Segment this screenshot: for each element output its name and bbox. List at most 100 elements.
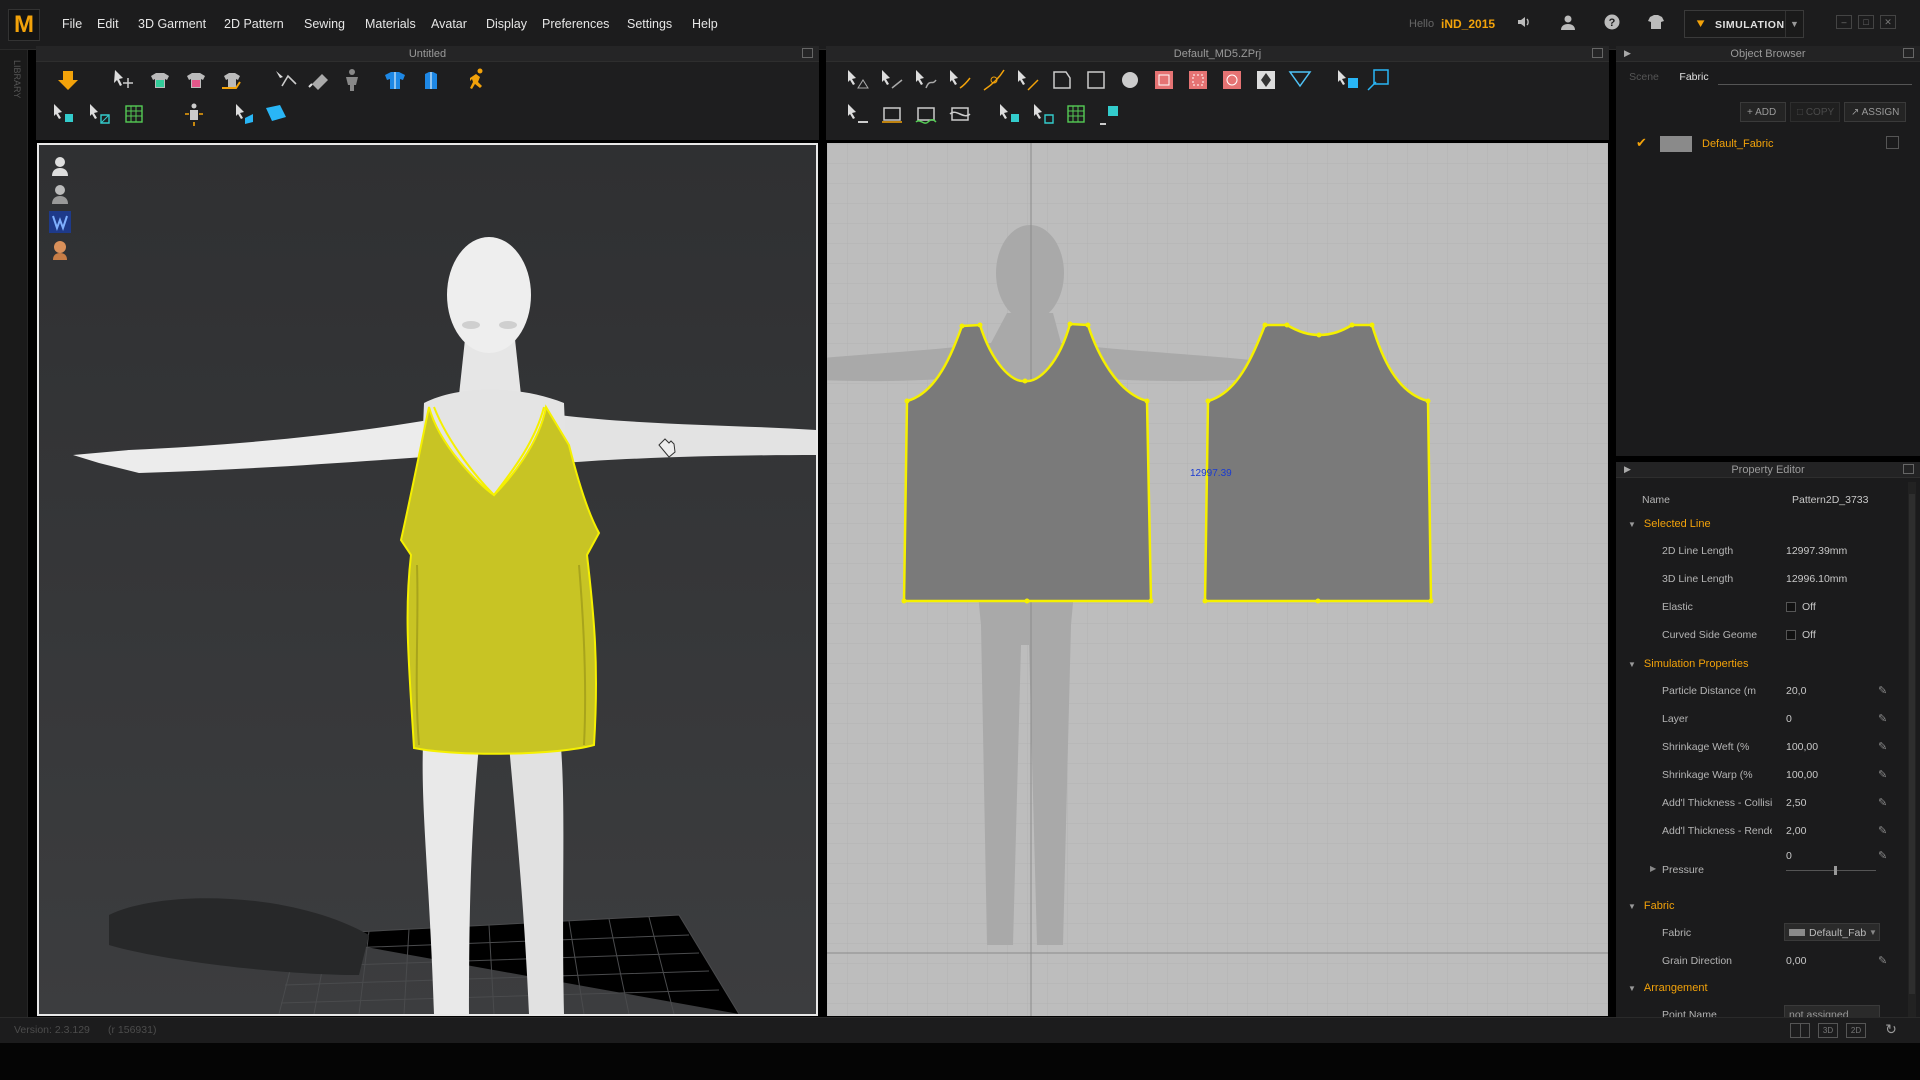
garment-select-icon[interactable] [146,66,174,94]
prop-value[interactable]: 100,00 [1786,741,1818,753]
edit-curvature-icon[interactable] [912,66,940,94]
edit-point-icon[interactable] [878,66,906,94]
simulation-button[interactable]: ⯆ SIMULATION ▼ [1684,10,1804,38]
property-scrollbar-thumb[interactable] [1909,494,1915,994]
speaker-icon[interactable] [1512,13,1536,37]
viewport-2d[interactable]: 12997.39 [827,143,1608,1016]
popout-icon[interactable] [1903,48,1914,58]
section-simulation[interactable]: ▼ Simulation Properties [1628,658,1748,670]
assign-button[interactable]: ↗ ASSIGN [1844,102,1906,122]
add-point-icon[interactable] [980,66,1008,94]
avatar-display-icon[interactable] [49,155,71,177]
texture-plane-icon[interactable] [262,100,290,128]
menu-file[interactable]: File [62,17,82,31]
tab-fabric[interactable]: Fabric [1670,68,1718,86]
fabric-select[interactable]: Default_Fab ▼ [1784,923,1880,941]
pencil-icon[interactable]: ✎ [1878,954,1887,967]
pressure-slider-handle[interactable] [1834,866,1837,875]
popout-icon[interactable] [1903,464,1914,474]
prop-value[interactable]: 100,00 [1786,769,1818,781]
shirt-blue-icon[interactable] [381,66,409,94]
property-scrollbar[interactable] [1908,482,1916,1022]
prop-value[interactable]: 0 [1786,713,1792,725]
pencil-icon[interactable]: ✎ [1878,824,1887,837]
fold-arrangement-icon[interactable] [50,100,78,128]
popout-icon[interactable] [1592,48,1603,58]
close-button[interactable]: ✕ [1880,15,1896,29]
copy-button[interactable]: □ COPY [1790,102,1840,122]
segment-sewing-icon[interactable] [844,100,872,128]
curved-side-checkbox[interactable] [1786,630,1796,640]
pencil-icon[interactable]: ✎ [1878,684,1887,697]
avatar-silhouette-icon[interactable] [49,183,71,205]
select-mesh-icon[interactable] [86,100,114,128]
circle-icon[interactable] [1116,66,1144,94]
menu-edit[interactable]: Edit [97,17,119,31]
menu-avatar[interactable]: Avatar [431,17,467,31]
tab-scene[interactable]: Scene [1624,68,1664,86]
select-sewing-icon[interactable] [1334,66,1362,94]
edit-texture-icon[interactable] [120,100,148,128]
fitting-suit-icon[interactable] [180,100,208,128]
texture-grid-icon[interactable] [1062,100,1090,128]
prop-value[interactable]: 20,0 [1786,685,1806,697]
select-mesh-2d-icon[interactable] [996,100,1024,128]
transform-select-icon[interactable] [110,66,138,94]
internal-rectangle-icon[interactable] [1150,66,1178,94]
prop-value[interactable]: 2,00 [1786,825,1806,837]
collapse-arrow-icon[interactable]: ▶ [1624,48,1631,59]
trace-icon[interactable] [1286,66,1314,94]
dart-icon[interactable] [1252,66,1280,94]
viewport-3d[interactable] [37,143,818,1016]
pencil-icon[interactable]: ✎ [1878,712,1887,725]
internal-circle-icon[interactable] [1218,66,1246,94]
avatar-tool-icon[interactable] [338,66,366,94]
help-icon[interactable]: ? [1600,13,1624,37]
animate-avatar-icon[interactable] [462,66,490,94]
menu-preferences[interactable]: Preferences [542,17,609,31]
view-3d-only-icon[interactable]: 3D [1818,1023,1838,1038]
curve-point-icon[interactable] [946,66,974,94]
popout-icon[interactable] [802,48,813,58]
refresh-icon[interactable]: ↻ [1882,1021,1900,1039]
restore-button[interactable]: □ [1858,15,1874,29]
pencil-icon[interactable]: ✎ [1878,740,1887,753]
check-sewing-icon[interactable] [946,100,974,128]
minimize-button[interactable]: – [1836,15,1852,29]
pencil-icon[interactable]: ✎ [1878,849,1887,862]
rectangle-icon[interactable] [1082,66,1110,94]
username[interactable]: iND_2015 [1441,17,1495,31]
dropdown-arrow-icon[interactable]: ▼ [1785,11,1803,37]
pencil-icon[interactable]: ✎ [1878,768,1887,781]
pressure-slider-track[interactable] [1786,870,1876,871]
garment-share-icon[interactable] [1644,13,1668,37]
transform-texture-icon[interactable] [1096,100,1124,128]
menu-help[interactable]: Help [692,17,718,31]
fabric-options-icon[interactable] [1886,136,1899,149]
add-button[interactable]: + ADD [1740,102,1786,122]
library-strip[interactable] [0,50,28,1025]
select-texture-icon[interactable] [232,100,260,128]
menu-3d-garment[interactable]: 3D Garment [138,17,206,31]
collapse-arrow-icon[interactable]: ▶ [1624,464,1631,475]
garment-edit-icon[interactable] [218,66,246,94]
pin-tool-icon[interactable] [306,66,334,94]
simulation-arrow-icon[interactable] [54,66,82,94]
m-n-sewing-icon[interactable] [912,100,940,128]
view-2d-only-icon[interactable]: 2D [1846,1023,1866,1038]
edit-sewing-icon[interactable] [1364,66,1392,94]
prop-value[interactable]: 0,00 [1786,955,1806,967]
polygon-icon[interactable] [1048,66,1076,94]
split-view-icon[interactable] [1790,1023,1810,1038]
garment-display-icon[interactable] [49,211,71,233]
prop-name-value[interactable]: Pattern2D_3733 [1792,494,1868,506]
transform-pattern-icon[interactable] [844,66,872,94]
library-label[interactable]: LIBRARY [6,60,22,120]
pencil-icon[interactable]: ✎ [1878,796,1887,809]
avatar-skin-icon[interactable] [49,239,71,261]
shirt-layer-icon[interactable] [417,66,445,94]
edit-uv-icon[interactable] [1030,100,1058,128]
fabric-list-item[interactable]: ✔ Default_Fabric [1616,132,1912,154]
free-sewing-icon[interactable] [878,100,906,128]
menu-sewing[interactable]: Sewing [304,17,345,31]
